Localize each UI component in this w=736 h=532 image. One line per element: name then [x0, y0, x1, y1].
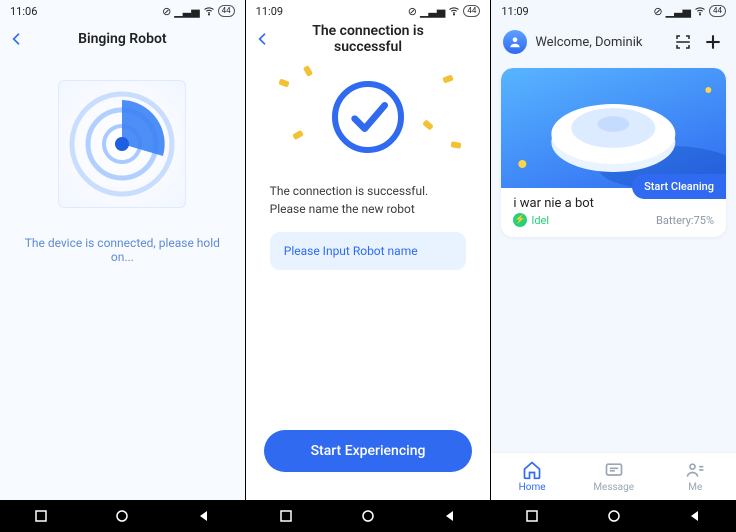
clock: 11:09 — [501, 5, 528, 18]
android-nav — [0, 500, 245, 532]
add-icon[interactable] — [702, 31, 724, 53]
signal-icon: ▁▃▅ — [666, 5, 691, 18]
start-experiencing-button[interactable]: Start Experiencing — [264, 430, 473, 472]
battery-pill: 44 — [463, 5, 480, 17]
status-icons: ⊘ ▁▃▅ 44 — [162, 5, 235, 18]
tab-message[interactable]: Message — [573, 453, 655, 500]
signal-icon: ▁▃▅ — [174, 5, 199, 18]
success-illustration — [273, 62, 463, 172]
checkmark-icon — [332, 81, 404, 153]
radar-illustration — [58, 80, 186, 208]
page-title: Binging Robot — [34, 31, 211, 47]
screen-binding: 11:06 ⊘ ▁▃▅ 44 Binging Robot The device … — [0, 0, 245, 532]
nav-back-button[interactable] — [688, 509, 702, 523]
status-bar: 11:09 ⊘ ▁▃▅ 44 — [491, 0, 736, 22]
nav-recent-button[interactable] — [34, 509, 48, 523]
battery-pill: 44 — [218, 5, 235, 17]
tab-me-label: Me — [688, 482, 702, 493]
nav-back-button[interactable] — [443, 509, 457, 523]
status-bar: 11:09 ⊘ ▁▃▅ 44 — [246, 0, 491, 22]
wifi-icon — [694, 5, 706, 17]
tab-home[interactable]: Home — [491, 453, 573, 500]
scan-icon[interactable] — [672, 31, 694, 53]
tab-me[interactable]: Me — [654, 453, 736, 500]
battery-pill: 44 — [709, 5, 726, 17]
robot-image — [501, 68, 726, 188]
back-button[interactable] — [246, 22, 280, 56]
status-bar: 11:06 ⊘ ▁▃▅ 44 — [0, 0, 245, 22]
welcome-text: Welcome, Dominik — [535, 35, 664, 50]
alarm-off-icon: ⊘ — [408, 5, 417, 18]
home-header: Welcome, Dominik — [491, 22, 736, 60]
android-nav — [246, 500, 491, 532]
battery-label: Battery:75% — [656, 214, 714, 227]
status-dot-icon: ⚡ — [513, 213, 527, 227]
tab-bar: Home Message Me — [491, 452, 736, 500]
status-icons: ⊘ ▁▃▅ 44 — [653, 5, 726, 18]
robot-card[interactable]: Start Cleaning i war nie a bot ⚡ Idel Ba… — [501, 68, 726, 237]
start-cleaning-button[interactable]: Start Cleaning — [632, 174, 726, 199]
nav-recent-button[interactable] — [525, 509, 539, 523]
nav-home-button[interactable] — [115, 509, 129, 523]
nav-recent-button[interactable] — [279, 509, 293, 523]
nav-home-button[interactable] — [361, 509, 375, 523]
page-title: The connection is successful — [280, 23, 457, 55]
nav-back-button[interactable] — [197, 509, 211, 523]
clock: 11:09 — [256, 5, 283, 18]
back-button[interactable] — [0, 22, 34, 56]
alarm-off-icon: ⊘ — [653, 5, 662, 18]
avatar[interactable] — [503, 30, 527, 54]
connection-status-text: The device is connected, please hold on.… — [18, 236, 227, 264]
screen-success: 11:09 ⊘ ▁▃▅ 44 The connection is success… — [246, 0, 491, 532]
android-nav — [491, 500, 736, 532]
nav-home-button[interactable] — [607, 509, 621, 523]
robot-status: ⚡ Idel — [513, 213, 549, 227]
alarm-off-icon: ⊘ — [162, 5, 171, 18]
success-message: The connection is successful. Please nam… — [266, 182, 471, 218]
wifi-icon — [448, 5, 460, 17]
clock: 11:06 — [10, 5, 37, 18]
screen-home: 11:09 ⊘ ▁▃▅ 44 Welcome, Dominik — [491, 0, 736, 532]
tab-home-label: Home — [519, 482, 546, 493]
tab-message-label: Message — [593, 482, 634, 493]
header: Binging Robot — [0, 22, 245, 56]
signal-icon: ▁▃▅ — [420, 5, 445, 18]
robot-name-label: i war nie a bot — [513, 196, 594, 211]
status-icons: ⊘ ▁▃▅ 44 — [408, 5, 481, 18]
wifi-icon — [203, 5, 215, 17]
robot-name-input[interactable] — [270, 232, 466, 270]
header: The connection is successful — [246, 22, 491, 56]
status-label: Idel — [531, 214, 549, 227]
